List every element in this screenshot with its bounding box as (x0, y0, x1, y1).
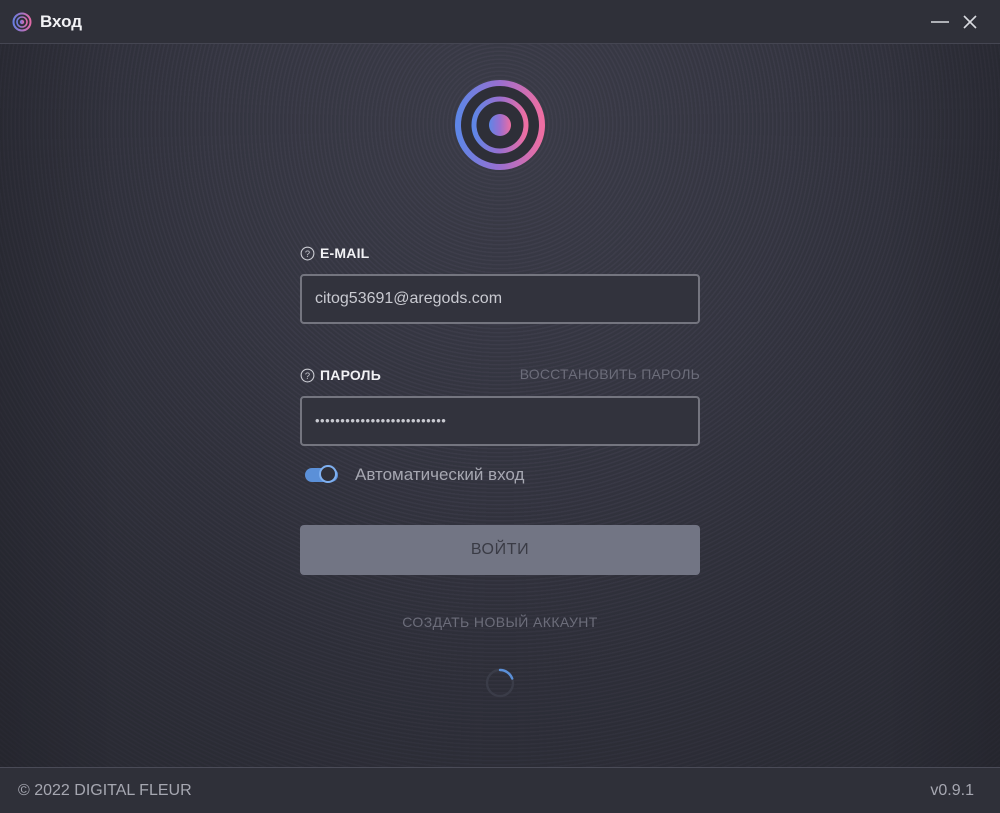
auto-login-label: Автоматический вход (355, 465, 525, 484)
minimize-button[interactable] (926, 8, 954, 36)
create-account-link[interactable]: СОЗДАТЬ НОВЫЙ АККАУНТ (300, 614, 700, 630)
email-label: E-MAIL (320, 245, 370, 261)
minimize-icon (931, 21, 949, 23)
footer: © 2022 DIGITAL FLEUR v0.9.1 (0, 767, 1000, 813)
auto-login-toggle[interactable] (304, 464, 339, 486)
copyright-text: © 2022 DIGITAL FLEUR (18, 782, 192, 799)
restore-password-link[interactable]: ВОССТАНОВИТЬ ПАРОЛЬ (500, 366, 700, 382)
version-text: v0.9.1 (930, 782, 974, 799)
close-button[interactable] (956, 8, 984, 36)
password-label-row: ? ПАРОЛЬ (300, 366, 381, 384)
login-window: Вход ? E-MAIL citog53691@aregods.com ? П… (0, 0, 1000, 813)
app-logo-icon (12, 12, 32, 32)
loading-spinner-icon (485, 668, 515, 698)
close-icon (963, 15, 977, 29)
password-field[interactable]: •••••••••••••••••••••••••• (300, 396, 700, 446)
password-label: ПАРОЛЬ (320, 367, 381, 383)
title-bar: Вход (0, 0, 1000, 44)
question-circle-icon[interactable]: ? (300, 368, 315, 383)
email-field[interactable]: citog53691@aregods.com (300, 274, 700, 324)
svg-text:?: ? (305, 370, 310, 380)
email-label-row: ? E-MAIL (300, 244, 369, 262)
brand-logo-icon (455, 80, 545, 170)
login-button[interactable]: ВОЙТИ (300, 525, 700, 575)
auto-login-row: Автоматический вход (304, 462, 524, 488)
window-title: Вход (40, 12, 83, 31)
svg-text:?: ? (305, 248, 310, 258)
question-circle-icon[interactable]: ? (300, 246, 315, 261)
